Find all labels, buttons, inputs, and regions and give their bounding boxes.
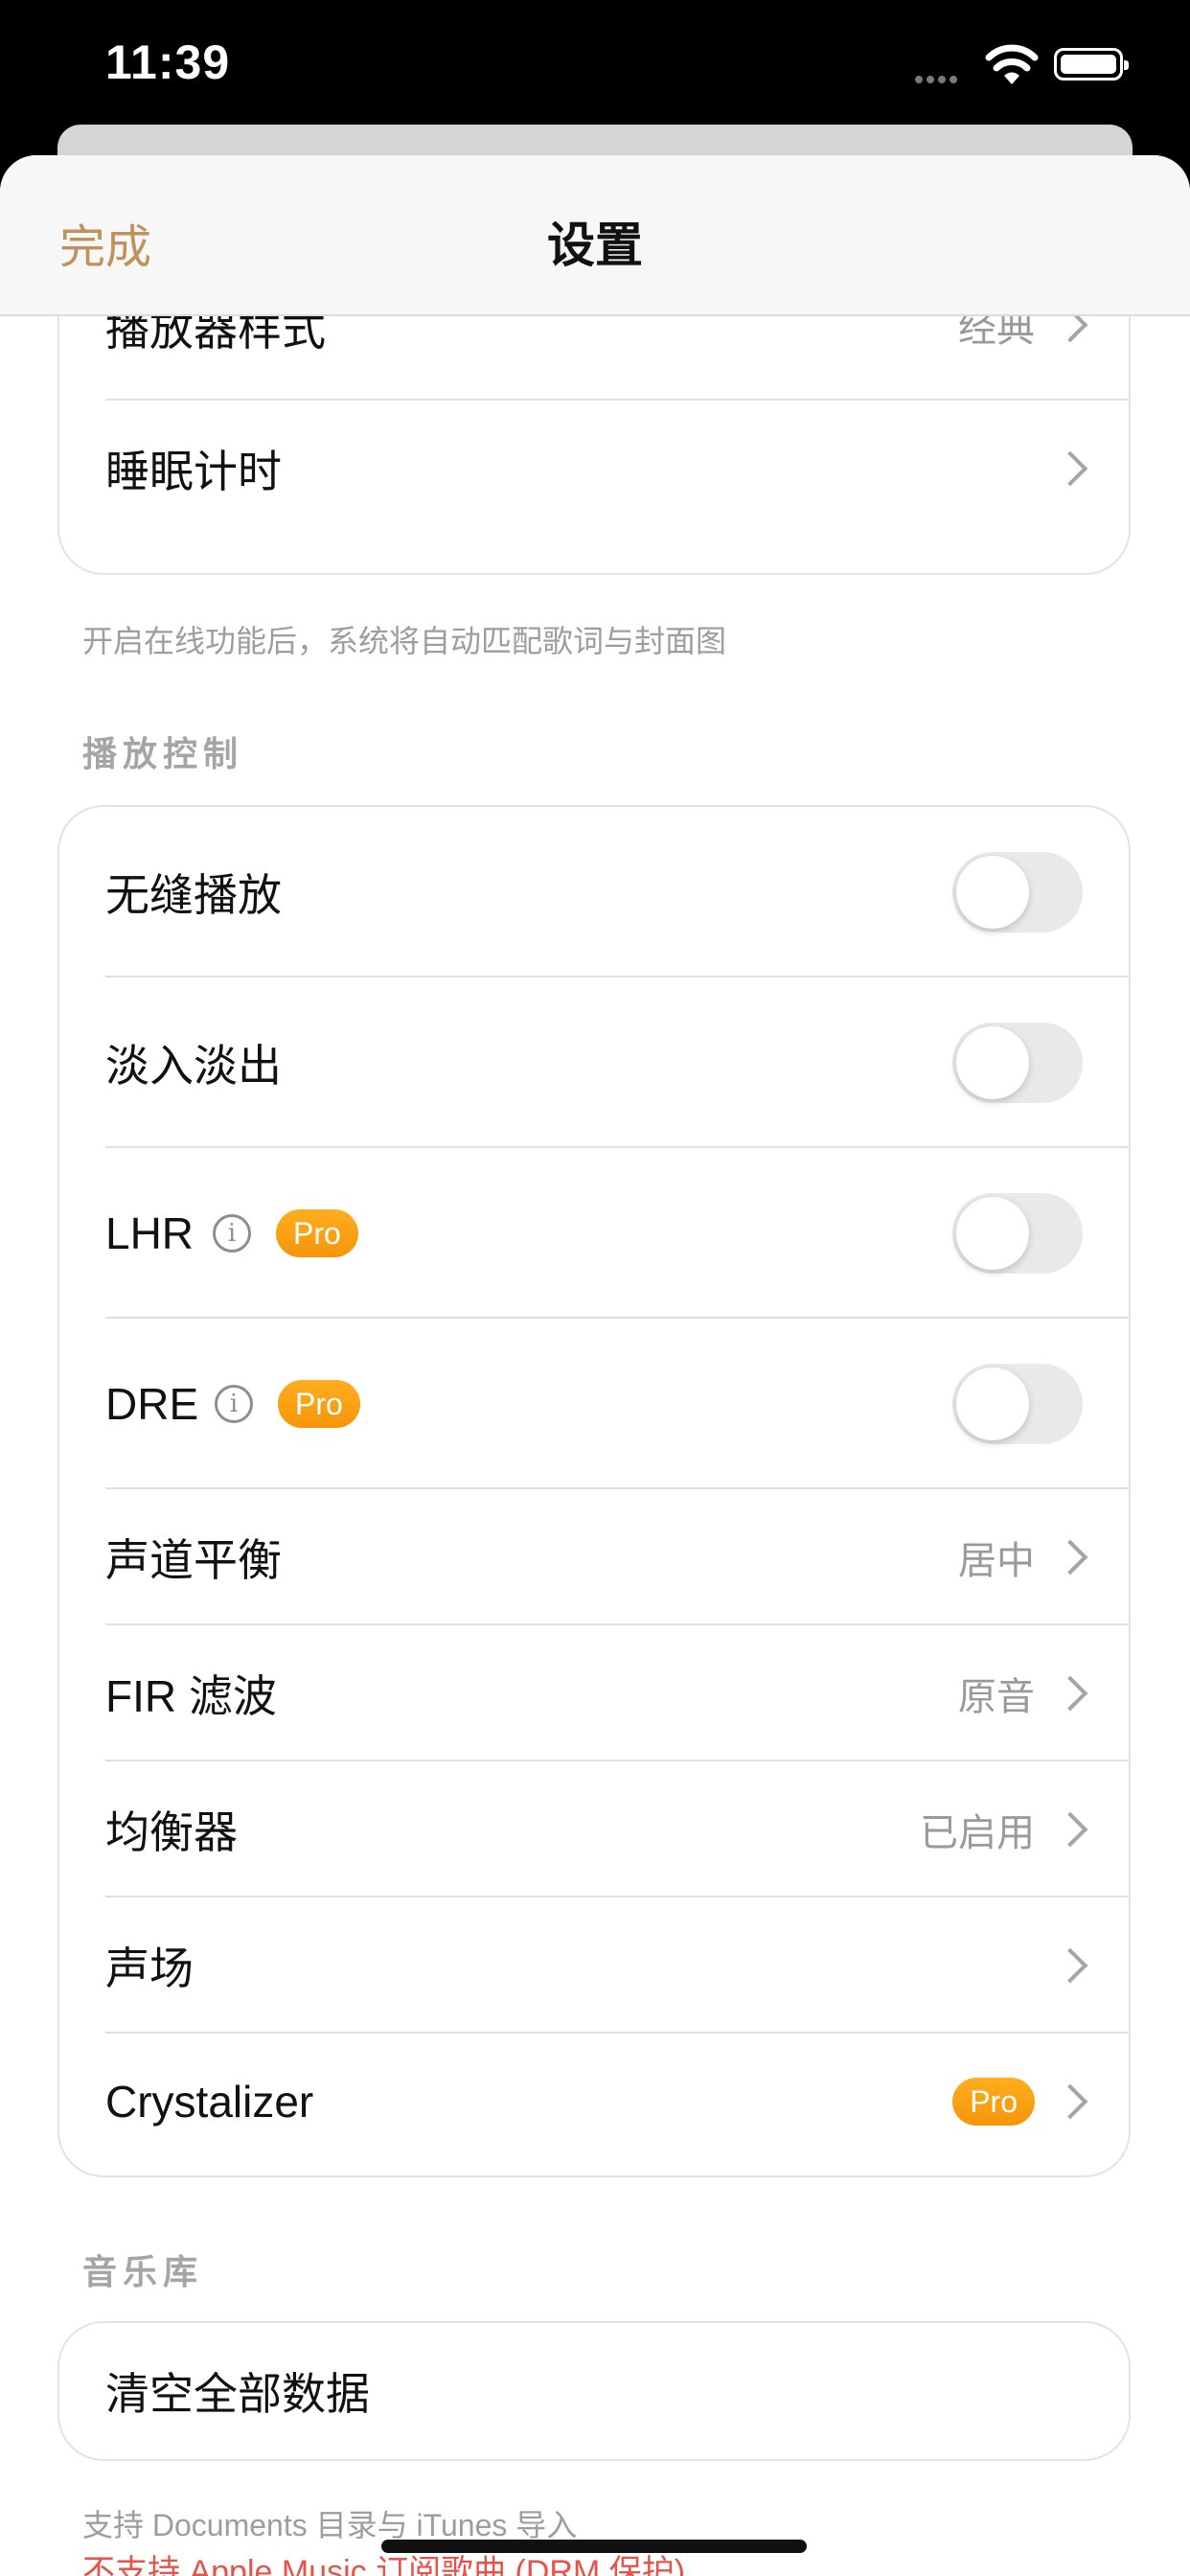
chevron-right-icon [1052,450,1088,487]
fir-filter-label: FIR 滤波 [105,1671,277,1721]
library-section-header: 音乐库 [82,2252,204,2291]
lhr-label: LHR [105,1208,195,1258]
dre-label: DRE [105,1379,199,1429]
wifi-icon [985,44,1039,84]
home-indicator[interactable] [381,2540,807,2553]
channel-balance-row[interactable]: 声道平衡 居中 [59,1489,1129,1625]
chevron-right-icon [1052,1539,1088,1576]
fade-label: 淡入淡出 [105,1041,282,1091]
soundstage-label: 声场 [105,1944,194,1993]
dre-toggle[interactable] [952,1364,1083,1444]
channel-balance-label: 声道平衡 [105,1535,282,1585]
fir-filter-value: 原音 [958,1676,1035,1718]
playback-control-card: 无缝播放 淡入淡出 LHR i Pro DRE i Pro 声道平衡 居中 FI… [57,805,1131,2177]
online-feature-note: 开启在线功能后，系统将自动匹配歌词与封面图 [82,624,727,658]
seamless-playback-label: 无缝播放 [105,870,282,920]
lhr-row: LHR i Pro [59,1148,1129,1319]
settings-sheet: 完成 设置 播放器样式 经典 睡眠计时 开启在线功能后，系统将自动匹配歌词与封面… [0,155,1190,2576]
status-bar: 11:39 [0,0,1190,125]
clear-all-data-row[interactable]: 清空全部数据 [59,2323,1129,2459]
crystalizer-row[interactable]: Crystalizer Pro [59,2034,1129,2170]
library-card: 清空全部数据 [57,2321,1131,2461]
soundstage-row[interactable]: 声场 [59,1898,1129,2034]
equalizer-row[interactable]: 均衡器 已启用 [59,1761,1129,1898]
seamless-playback-toggle[interactable] [952,852,1083,932]
fir-filter-row[interactable]: FIR 滤波 原音 [59,1625,1129,1761]
pro-badge: Pro [952,2078,1035,2126]
lhr-toggle[interactable] [952,1193,1083,1274]
equalizer-label: 均衡器 [105,1807,238,1857]
battery-icon [1054,48,1129,80]
channel-balance-value: 居中 [958,1540,1035,1582]
info-icon[interactable]: i [215,1385,253,1423]
clear-all-data-label: 清空全部数据 [105,2369,370,2419]
navigation-bar: 完成 设置 [0,155,1190,316]
fade-toggle[interactable] [952,1023,1083,1103]
chevron-right-icon [1052,1675,1088,1712]
dre-row: DRE i Pro [59,1319,1129,1489]
chevron-right-icon [1052,1947,1088,1984]
status-time: 11:39 [105,35,231,89]
pro-badge: Pro [278,1380,360,1428]
chevron-right-icon [1052,1811,1088,1848]
sleep-timer-row[interactable]: 睡眠计时 [59,401,1129,537]
chevron-right-icon [1052,2083,1088,2120]
pro-badge: Pro [276,1209,358,1257]
info-icon[interactable]: i [213,1214,251,1253]
equalizer-value: 已启用 [920,1812,1035,1854]
cellular-signal-icon [915,71,961,88]
sleep-timer-label: 睡眠计时 [105,447,282,496]
page-title: 设置 [547,218,643,272]
fade-row: 淡入淡出 [59,978,1129,1148]
seamless-playback-row: 无缝播放 [59,807,1129,978]
crystalizer-label: Crystalizer [105,2077,314,2127]
playback-section-header: 播放控制 [82,734,244,773]
